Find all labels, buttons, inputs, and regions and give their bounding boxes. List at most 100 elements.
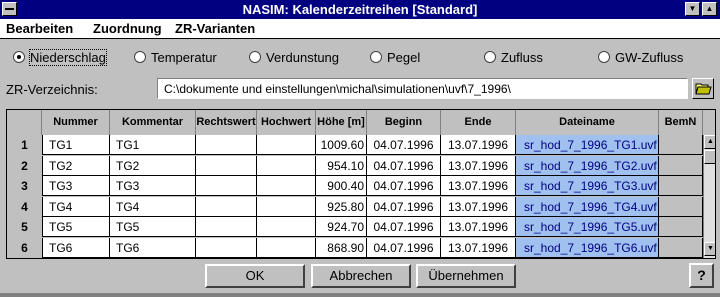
cell-ende[interactable]: 13.07.1996 (441, 237, 516, 258)
radio-label: Temperatur (151, 49, 217, 65)
scroll-down-icon[interactable]: ▼ (704, 242, 715, 256)
help-button[interactable]: ? (689, 263, 714, 288)
cell-datei[interactable]: sr_hod_7_1996_TG4.uvf (516, 196, 659, 217)
cell-bem[interactable] (659, 176, 703, 196)
timeseries-table: Nummer Kommentar Rechtswert Hochwert Höh… (6, 109, 716, 259)
radio-gw-zufluss[interactable]: GW-Zufluss (598, 49, 683, 65)
cell-kommentar[interactable]: TG1 (110, 135, 196, 155)
browse-button[interactable] (692, 78, 714, 99)
cell-datei[interactable]: sr_hod_7_1996_TG1.uvf (516, 135, 659, 155)
cell-nummer[interactable]: TG3 (42, 176, 110, 196)
menu-bearbeiten[interactable]: Bearbeiten (6, 21, 73, 36)
cell-datei[interactable]: sr_hod_7_1996_TG3.uvf (516, 176, 659, 196)
col-header-hochwert[interactable]: Hochwert (257, 110, 316, 135)
scroll-up-icon[interactable]: ▲ (704, 135, 715, 149)
cell-rechtswert[interactable] (196, 217, 257, 237)
radio-verdunstung[interactable]: Verdunstung (249, 49, 339, 65)
cell-hochwert[interactable] (257, 176, 316, 196)
radio-icon (134, 51, 146, 63)
col-header-rechtswert[interactable]: Rechtswert (196, 110, 257, 135)
cell-hoehe[interactable]: 954.10 (316, 155, 367, 176)
cell-beginn[interactable]: 04.07.1996 (367, 176, 441, 196)
cell-kommentar[interactable]: TG5 (110, 217, 196, 237)
menu-bar: Bearbeiten Zuordnung ZR-Varianten (0, 19, 720, 39)
row-number[interactable]: 5 (7, 217, 42, 237)
row-number[interactable]: 3 (7, 176, 42, 196)
cell-beginn[interactable]: 04.07.1996 (367, 135, 441, 155)
cell-ende[interactable]: 13.07.1996 (441, 217, 516, 237)
cell-nummer[interactable]: TG6 (42, 237, 110, 258)
cell-hochwert[interactable] (257, 237, 316, 258)
cell-beginn[interactable]: 04.07.1996 (367, 237, 441, 258)
row-number[interactable]: 4 (7, 196, 42, 217)
radio-label: Pegel (387, 49, 421, 65)
vertical-scrollbar[interactable]: ▲ ▼ (703, 135, 715, 258)
menu-zuordnung[interactable]: Zuordnung (93, 21, 162, 36)
cell-nummer[interactable]: TG1 (42, 135, 110, 155)
cell-rechtswert[interactable] (196, 176, 257, 196)
cell-bem[interactable] (659, 217, 703, 237)
cell-kommentar[interactable]: TG4 (110, 196, 196, 217)
radio-pegel[interactable]: Pegel (370, 49, 420, 65)
cell-ende[interactable]: 13.07.1996 (441, 196, 516, 217)
cell-nummer[interactable]: TG4 (42, 196, 110, 217)
radio-selected-icon (13, 51, 25, 63)
cell-kommentar[interactable]: TG3 (110, 176, 196, 196)
cell-datei[interactable]: sr_hod_7_1996_TG6.uvf (516, 237, 659, 258)
cell-datei[interactable]: sr_hod_7_1996_TG2.uvf (516, 155, 659, 176)
cell-nummer[interactable]: TG2 (42, 155, 110, 176)
cell-bem[interactable] (659, 237, 703, 258)
cell-beginn[interactable]: 04.07.1996 (367, 217, 441, 237)
minimize-button[interactable]: ▼ (685, 2, 700, 16)
row-header-corner (7, 110, 42, 135)
col-header-bemn[interactable]: BemN (659, 110, 703, 135)
col-header-hoehe[interactable]: Höhe [m] (316, 110, 367, 135)
cell-rechtswert[interactable] (196, 237, 257, 258)
cell-ende[interactable]: 13.07.1996 (441, 176, 516, 196)
directory-label: ZR-Verzeichnis: (6, 82, 98, 97)
radio-icon (370, 51, 382, 63)
radio-zufluss[interactable]: Zufluss (484, 49, 543, 65)
cell-hoehe[interactable]: 900.40 (316, 176, 367, 196)
cell-hochwert[interactable] (257, 196, 316, 217)
cell-rechtswert[interactable] (196, 196, 257, 217)
row-number[interactable]: 2 (7, 155, 42, 176)
apply-button[interactable]: Übernehmen (416, 264, 516, 288)
cell-beginn[interactable]: 04.07.1996 (367, 155, 441, 176)
col-header-ende[interactable]: Ende (441, 110, 516, 135)
row-number[interactable]: 6 (7, 237, 42, 258)
radio-temperatur[interactable]: Temperatur (134, 49, 217, 65)
cell-hochwert[interactable] (257, 217, 316, 237)
cell-ende[interactable]: 13.07.1996 (441, 155, 516, 176)
cell-hochwert[interactable] (257, 135, 316, 155)
cancel-button[interactable]: Abbrechen (311, 264, 411, 288)
cell-kommentar[interactable]: TG6 (110, 237, 196, 258)
cell-nummer[interactable]: TG5 (42, 217, 110, 237)
maximize-button[interactable]: ▲ (702, 2, 717, 16)
cell-hochwert[interactable] (257, 155, 316, 176)
menu-zr-varianten[interactable]: ZR-Varianten (175, 21, 255, 36)
cell-ende[interactable]: 13.07.1996 (441, 135, 516, 155)
col-header-nummer[interactable]: Nummer (42, 110, 110, 135)
row-number[interactable]: 1 (7, 135, 42, 155)
cell-beginn[interactable]: 04.07.1996 (367, 196, 441, 217)
cell-hoehe[interactable]: 924.70 (316, 217, 367, 237)
cell-hoehe[interactable]: 868.90 (316, 237, 367, 258)
cell-bem[interactable] (659, 135, 703, 155)
scroll-thumb[interactable] (704, 150, 715, 164)
radio-label: Niederschlag (29, 48, 107, 66)
cell-hoehe[interactable]: 1009.60 (316, 135, 367, 155)
cell-datei[interactable]: sr_hod_7_1996_TG5.uvf (516, 217, 659, 237)
col-header-dateiname[interactable]: Dateiname (516, 110, 659, 135)
cell-rechtswert[interactable] (196, 155, 257, 176)
cell-bem[interactable] (659, 155, 703, 176)
cell-bem[interactable] (659, 196, 703, 217)
col-header-beginn[interactable]: Beginn (367, 110, 441, 135)
radio-niederschlag[interactable]: Niederschlag (13, 48, 107, 66)
ok-button[interactable]: OK (205, 264, 305, 288)
cell-rechtswert[interactable] (196, 135, 257, 155)
cell-kommentar[interactable]: TG2 (110, 155, 196, 176)
cell-hoehe[interactable]: 925.80 (316, 196, 367, 217)
directory-field[interactable]: C:\dokumente und einstellungen\michal\si… (157, 78, 688, 99)
col-header-kommentar[interactable]: Kommentar (110, 110, 196, 135)
